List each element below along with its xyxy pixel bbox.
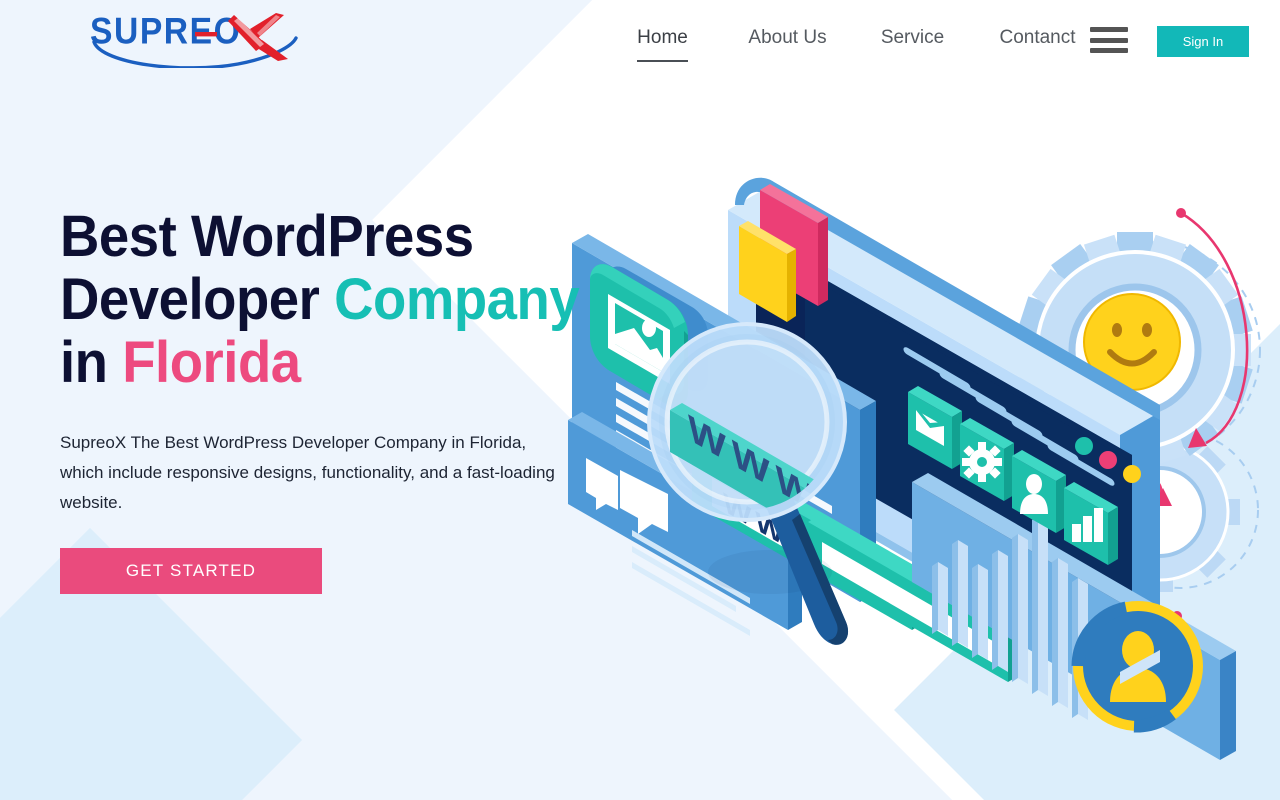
nav-slot-service: Service: [850, 27, 975, 53]
page-title: Best WordPress Developer Company in Flor…: [60, 205, 586, 395]
supreox-logo[interactable]: SUPREO: [88, 11, 302, 70]
hamburger-bar-2: [1090, 37, 1128, 43]
headline-line-3-accent: Florida: [122, 330, 301, 396]
nav-item-home[interactable]: Home: [637, 27, 688, 62]
hamburger-bar-1: [1090, 27, 1128, 32]
nav-slot-home: Home: [600, 27, 725, 62]
nav-item-contanct[interactable]: Contanct: [999, 27, 1075, 53]
sign-in-button[interactable]: Sign In: [1157, 26, 1249, 57]
nav-item-about-us[interactable]: About Us: [748, 27, 826, 53]
hamburger-menu-icon[interactable]: [1090, 24, 1128, 56]
nav-slot-contact: Contanct: [975, 27, 1100, 53]
hero-section: Best WordPress Developer Company in Flor…: [60, 205, 620, 595]
hero-illustration: WWW WWW: [560, 110, 1280, 770]
site-header: SUPREO Home About Us Service Contanct Si: [0, 0, 1280, 80]
headline-line-2-dark: Developer: [60, 267, 335, 333]
headline-line-2-accent: Company: [334, 267, 580, 333]
headline-line-1: Best WordPress: [60, 204, 474, 269]
main-navigation: Home About Us Service Contanct: [600, 0, 1100, 80]
nav-slot-about: About Us: [725, 27, 850, 53]
svg-text:SUPREO: SUPREO: [90, 12, 241, 52]
headline-line-3-dark: in: [60, 330, 123, 396]
nav-item-service[interactable]: Service: [881, 27, 944, 53]
get-started-button[interactable]: GET STARTED: [60, 548, 322, 595]
hamburger-bar-3: [1090, 48, 1128, 53]
hero-description: SupreoX The Best WordPress Developer Com…: [60, 432, 555, 513]
